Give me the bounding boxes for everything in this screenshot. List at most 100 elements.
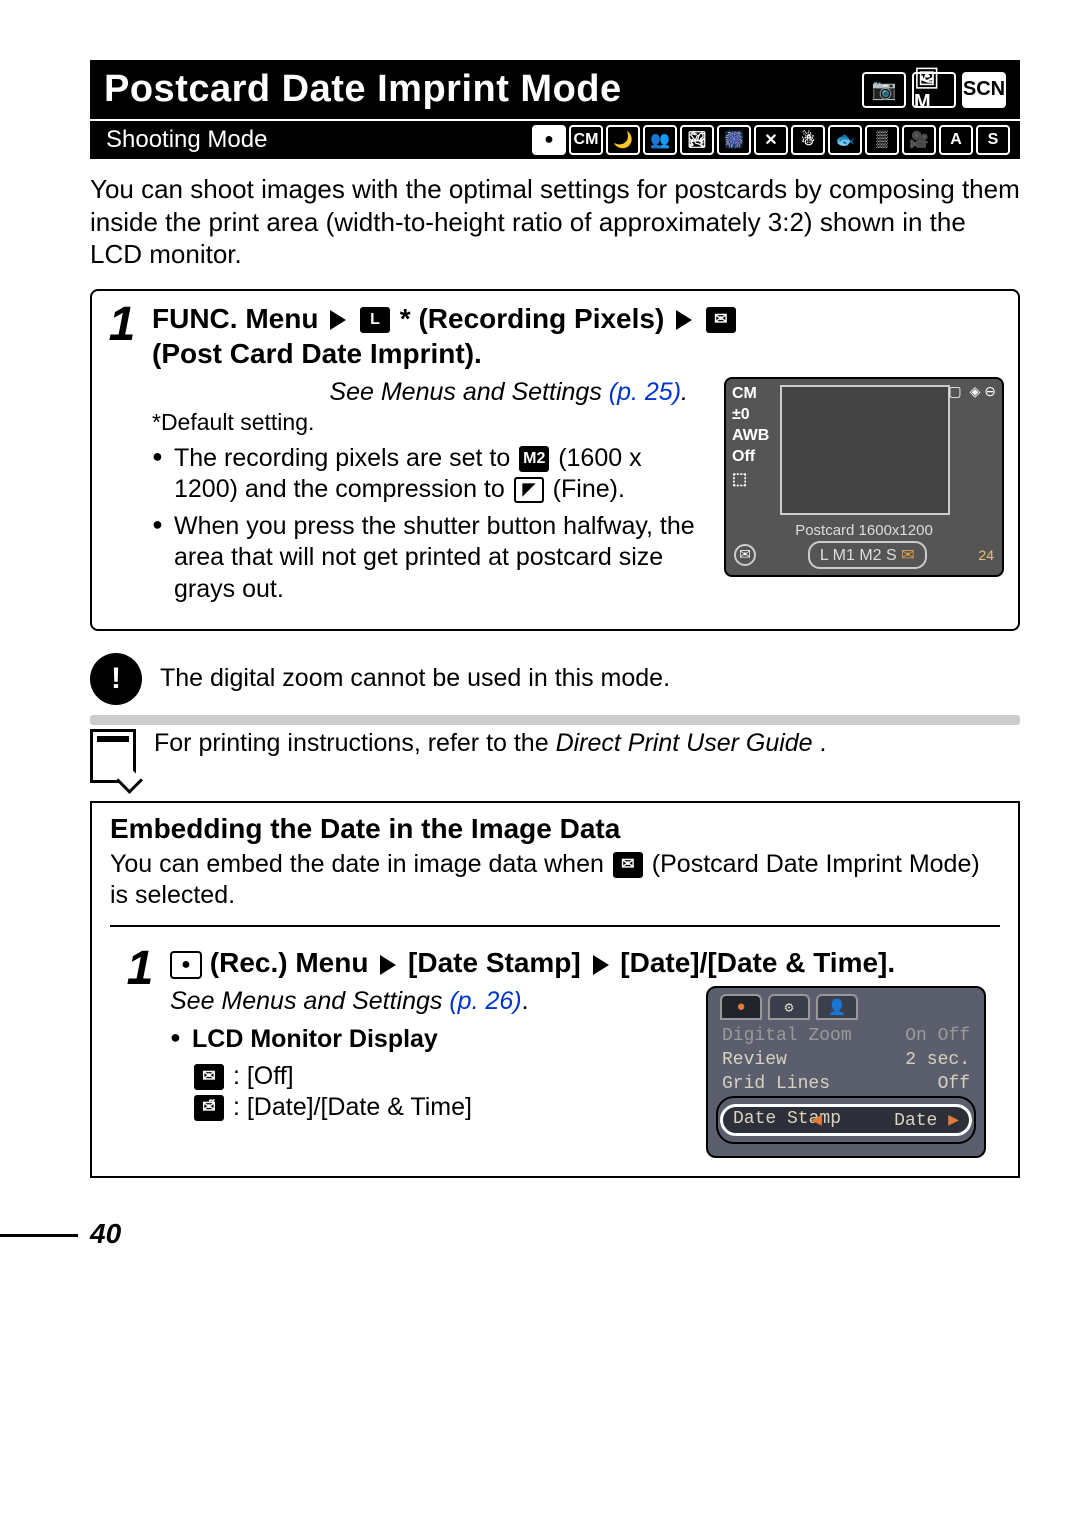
exclamation-icon: ! [90,653,142,705]
document-icon [90,729,136,783]
bullet-1: The recording pixels are set to M2 (1600… [152,443,708,506]
mr-v: Off [938,1074,970,1094]
fine-icon: ◤ [514,477,544,503]
warning-note: ! The digital zoom cannot be used in thi… [90,653,1020,705]
shoot-icon: ▒ [865,125,899,155]
embed-head-b: [Date Stamp] [408,947,581,978]
shoot-icon: 👥 [643,125,677,155]
see-reference: See Menus and Settings (p. 25). [152,377,708,408]
mr-k: Grid Lines [722,1074,830,1094]
see-page-link[interactable]: (p. 25) [609,378,681,406]
lcd-display-heading: LCD Monitor Display [170,1024,690,1055]
menu-row: Digital Zoom On Off [716,1024,976,1048]
embedding-title: Embedding the Date in the Image Data [92,803,1018,845]
lcd-off: Off [732,448,769,466]
lcd-illustration: CM ±0 AWB Off ⬚ ▢ ◈ ⊖ Postcard 1600x1 [724,377,1004,611]
lcd-sizes: L M1 M2 S ✉ [808,541,927,569]
menu-screenshot: ● ⚙ 👤 Digital Zoom On Off Review 2 sec. [706,986,986,1158]
embed-see-text: See Menus and Settings [170,987,442,1015]
arrow-right-icon [380,955,396,975]
camera-rec-icon: ● [170,951,202,979]
m2-icon: M2 [519,446,549,472]
shooting-mode-label: Shooting Mode [100,126,273,154]
lcd-tr1: ▢ [948,383,961,400]
shoot-icon: 🌙 [606,125,640,155]
shoot-icon: 🎥 [902,125,936,155]
menu-tab-setup: ⚙ [768,994,810,1020]
title-mode-icons: 📷 🖼M SCN [862,72,1006,108]
lcd-postcard-label: Postcard 1600x1200 [734,522,994,539]
b1-pre: The recording pixels are set to [174,444,517,472]
lcd-tr2: ◈ ⊖ [970,383,996,400]
menu-row: Grid Lines Off [716,1072,976,1096]
shoot-icon: A [939,125,973,155]
embed-see-ref: See Menus and Settings (p. 26). [170,986,690,1017]
step-number: 1 [92,291,152,629]
warning-text: The digital zoom cannot be used in this … [160,664,670,693]
title-bar: Postcard Date Imprint Mode 📷 🖼M SCN [90,60,1020,119]
mode-auto-icon: 📷 [862,72,906,108]
arrow-right-icon [593,955,609,975]
shoot-icon: S [976,125,1010,155]
ref-text-b: Direct Print User Guide [556,729,813,757]
lcd-size: ⬚ [732,469,769,489]
ref-text-c: . [820,729,827,757]
mr-v: 2 sec. [905,1050,970,1070]
shoot-icon: ✕ [754,125,788,155]
size-l-icon: L [360,307,390,333]
lcd-frame [780,385,950,515]
step-1-heading: FUNC. Menu L * (Recording Pixels) ✉ (Pos… [152,301,1004,371]
bullet-2: When you press the shutter button halfwa… [152,511,708,605]
step-head-c: (Post Card Date Imprint). [152,338,482,369]
shooting-mode-icons: ● CM 🌙 👥 🏞 🎆 ✕ ☃ 🐟 ▒ 🎥 A S [532,125,1010,155]
off-line: ✉ : [Off] [192,1061,690,1092]
shooting-mode-row: Shooting Mode ● CM 🌙 👥 🏞 🎆 ✕ ☃ 🐟 ▒ 🎥 A S [90,119,1020,159]
embed-step-heading: ● (Rec.) Menu [Date Stamp] [Date]/[Date … [170,945,986,980]
shoot-icon: ● [532,125,566,155]
menu-row: Review 2 sec. [716,1048,976,1072]
embedding-intro: You can embed the date in image data whe… [92,845,1018,926]
b1-tail: (Fine). [553,475,625,503]
menu-tab-rec: ● [720,994,762,1020]
date-text: : [Date]/[Date & Time] [233,1093,472,1121]
step-head-a: FUNC. Menu [152,303,318,334]
mr-sel-k: Date Stamp [733,1109,841,1131]
page-number: 40 [90,1218,1020,1250]
shoot-icon: 🎆 [717,125,751,155]
lcd-sizes-text: L M1 M2 S [820,547,897,564]
step-1-box: 1 FUNC. Menu L * (Recording Pixels) ✉ (P… [90,289,1020,631]
postcard-mode-icon: ✉ [613,852,643,878]
shoot-icon: ☃ [791,125,825,155]
embed-step-1: 1 ● (Rec.) Menu [Date Stamp] [Date]/[Dat… [110,925,1000,1176]
mr-k: Digital Zoom [722,1026,852,1046]
postcard-off-icon: ✉ [194,1064,224,1090]
see-text: See Menus and Settings [329,378,601,406]
lcd-postcard-btn: ✉ [734,544,756,566]
lcd-awb: AWB [732,427,769,445]
postcard-date-icon: ✉̃ [194,1095,224,1121]
mr-v: On Off [905,1026,970,1046]
shoot-icon: CM [569,125,603,155]
mr-k: Review [722,1050,787,1070]
embed-step-number: 1 [110,935,170,1176]
embed-see-page-link[interactable]: (p. 26) [449,987,521,1015]
menu-row-selected: Date Stamp Date [720,1104,972,1136]
default-setting-note: *Default setting. [152,408,708,437]
menu-row-highlight-ring: Date Stamp Date [716,1096,976,1144]
page-title: Postcard Date Imprint Mode [104,68,622,111]
embed-intro-a: You can embed the date in image data whe… [110,850,611,878]
postcard-icon: ✉ [706,307,736,333]
shoot-icon: 🏞 [680,125,714,155]
step-head-b: * (Recording Pixels) [400,303,665,334]
mr-sel-v: Date [894,1109,959,1131]
arrow-right-icon [330,310,346,330]
arrow-right-icon [676,310,692,330]
reference-note: For printing instructions, refer to the … [90,729,1020,783]
embed-head-a: (Rec.) Menu [210,947,369,978]
embed-head-c: [Date]/[Date & Time]. [620,947,895,978]
lcd-ev: ±0 [732,406,769,424]
menu-tab-mycamera: 👤 [816,994,858,1020]
lcd-count: 24 [978,547,994,563]
shoot-icon: 🐟 [828,125,862,155]
divider [90,715,1020,725]
